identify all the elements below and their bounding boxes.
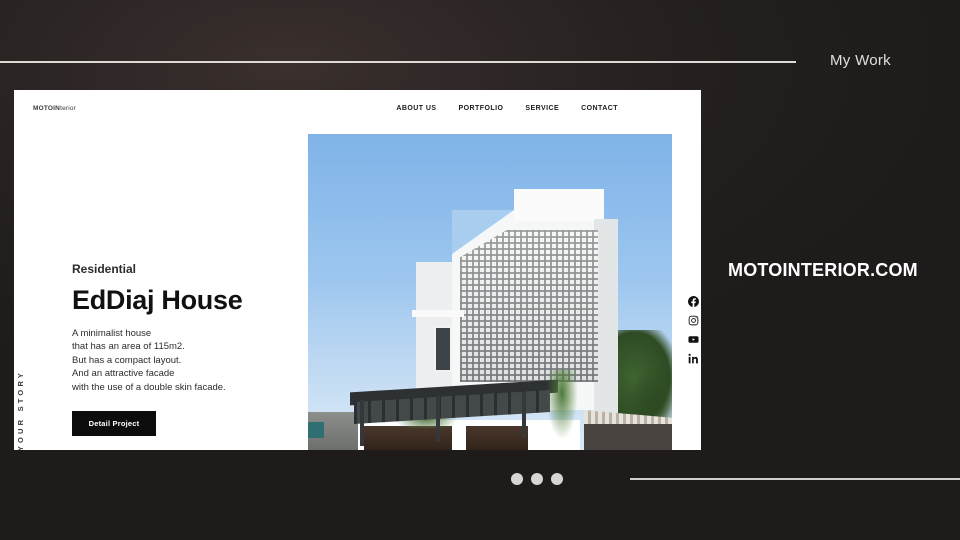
garage-door-right [466,426,528,450]
hero-description-line: And an attractive facade [72,368,175,380]
site-logo[interactable]: MOTOINterior [33,105,76,112]
hero-headline: EdDiaj House [72,285,243,315]
instagram-icon[interactable] [688,315,699,326]
pergola-post-3 [522,392,526,438]
hero-description-line: with the use of a double skin facade. [72,381,226,393]
nav-item-contact[interactable]: CONTACT [581,105,618,112]
building-top-block [514,189,604,221]
site-logo-secondary: terior [60,105,77,112]
hero-kicker: Residential [72,262,137,276]
brand-wordmark: MOTOINTERIOR.COM [728,260,918,280]
building-ledge [412,310,464,317]
linkedin-icon[interactable] [688,353,699,364]
hero-description: A minimalist house that has an area of 1… [72,327,226,394]
top-divider-rule [0,61,796,63]
site-logo-primary: MOTOIN [33,105,61,112]
hero-photo [308,134,672,450]
perforated-facade-screen [460,230,598,382]
hero-description-line: that has an area of 115m2. [72,341,185,353]
nav-item-about-us[interactable]: ABOUT US [396,105,436,112]
vertical-tagline: TELL YOUR STORY [16,370,25,450]
fern-planting [544,370,580,446]
carousel-dots [511,473,563,485]
slide-title: My Work [830,52,891,69]
nav-item-service[interactable]: SERVICE [525,105,559,112]
social-links-rail [685,296,701,364]
website-mockup-card: MOTOINterior ABOUT US PORTFOLIO SERVICE … [14,90,701,450]
pergola-post-2 [436,396,440,442]
boundary-wall-accent [308,422,324,438]
facebook-icon[interactable] [687,296,699,307]
bottom-divider-rule [630,478,960,480]
detail-project-button[interactable]: Detail Project [72,411,156,436]
carousel-dot-1[interactable] [511,473,523,485]
hero-description-line: A minimalist house [72,328,152,339]
carousel-dot-3[interactable] [551,473,563,485]
slide-canvas: My Work MOTOINterior ABOUT US PORTFOLIO … [0,0,960,540]
hero-description-line: But has a compact layout. [72,354,182,366]
building-window [434,326,452,372]
site-navigation: ABOUT US PORTFOLIO SERVICE CONTACT [396,105,618,112]
pergola-post-1 [360,400,364,446]
carousel-dot-2[interactable] [531,473,543,485]
nav-item-portfolio[interactable]: PORTFOLIO [458,105,503,112]
youtube-icon[interactable] [687,334,699,345]
neighbor-wall [584,424,672,450]
